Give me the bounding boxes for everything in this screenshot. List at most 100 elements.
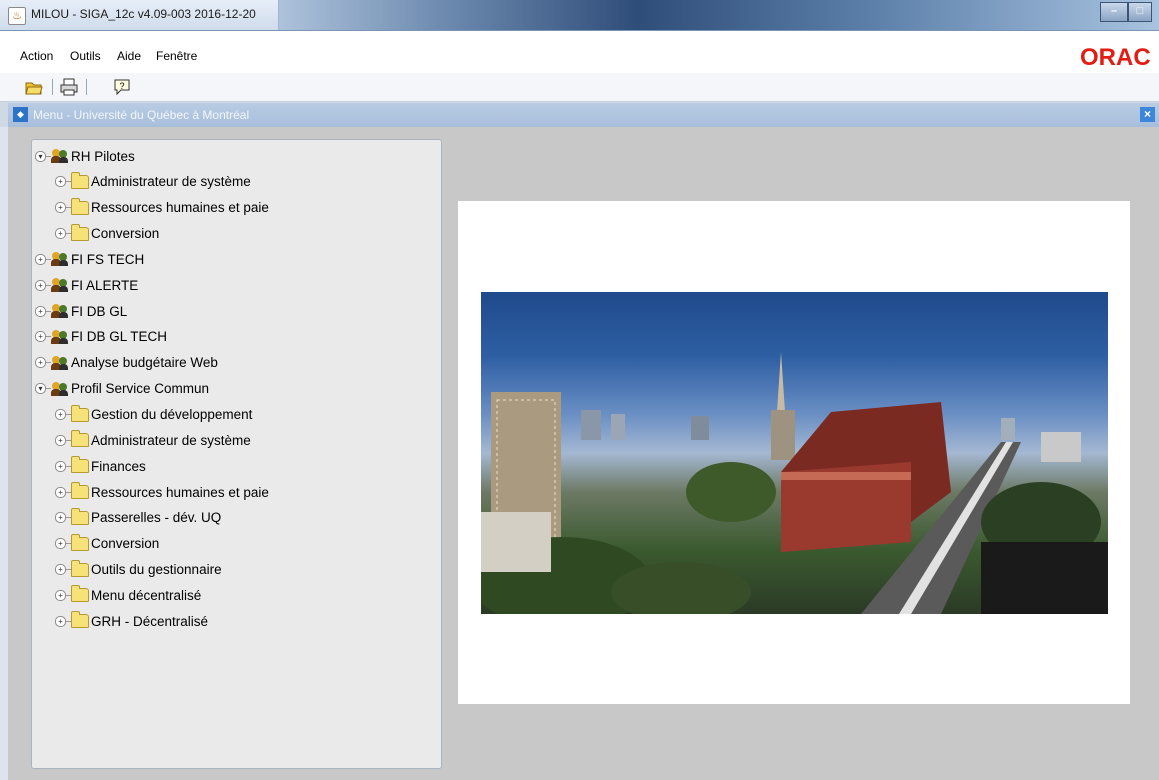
folder-icon bbox=[71, 611, 89, 629]
tree-item-label: Conversion bbox=[91, 536, 160, 552]
tree-role-item[interactable]: + FI FS TECH bbox=[35, 248, 144, 270]
folder-icon bbox=[71, 223, 89, 241]
close-icon[interactable]: × bbox=[1140, 107, 1155, 122]
expand-toggle-icon[interactable]: + bbox=[55, 589, 66, 601]
expand-toggle-icon[interactable]: + bbox=[35, 305, 46, 317]
tree-item-label: Administrateur de système bbox=[91, 432, 251, 448]
role-users-icon bbox=[51, 381, 69, 397]
folder-icon bbox=[71, 430, 89, 448]
expand-toggle-icon[interactable]: + bbox=[35, 357, 46, 369]
tree-role-item[interactable]: + FI ALERTE bbox=[35, 274, 138, 296]
tree-item-label: FI FS TECH bbox=[71, 251, 145, 267]
forms-window-icon: ◆ bbox=[13, 107, 28, 122]
window-title-bar[interactable]: ♨ MILOU - SIGA_12c v4.09-003 2016-12-20 … bbox=[0, 0, 1159, 31]
svg-text:?: ? bbox=[119, 81, 124, 91]
expand-toggle-icon[interactable]: + bbox=[55, 538, 66, 550]
folder-icon bbox=[71, 507, 89, 525]
tree-folder-item[interactable]: + Ressources humaines et paie bbox=[55, 481, 269, 503]
tree-folder-item[interactable]: + Ressources humaines et paie bbox=[55, 197, 269, 219]
tree-item-label: Ressources humaines et paie bbox=[91, 484, 269, 500]
tree-folder-item[interactable]: + Passerelles - dév. UQ bbox=[55, 507, 221, 529]
inner-window-title: Menu - Université du Québec à Montréal bbox=[33, 108, 250, 122]
menu-tree[interactable]: ▾ RH Pilotes + Administrateur de système + Re… bbox=[31, 139, 442, 769]
expand-toggle-icon[interactable]: + bbox=[35, 253, 46, 265]
folder-icon bbox=[71, 533, 89, 551]
folder-icon bbox=[71, 559, 89, 577]
menu-aide[interactable]: Aide bbox=[117, 49, 141, 63]
tree-item-label: FI DB GL TECH bbox=[71, 329, 168, 345]
campus-photo-illustration bbox=[481, 352, 1108, 614]
tree-item-label: RH Pilotes bbox=[71, 148, 135, 164]
folder-icon bbox=[71, 197, 89, 215]
tree-item-label: Passerelles - dév. UQ bbox=[91, 510, 222, 526]
toolbar-separator bbox=[86, 79, 87, 95]
tree-role-item[interactable]: + FI DB GL bbox=[35, 300, 127, 322]
expand-toggle-icon[interactable]: + bbox=[35, 279, 46, 291]
folder-icon bbox=[71, 171, 89, 189]
menu-action[interactable]: Action bbox=[20, 49, 53, 63]
role-users-icon bbox=[51, 329, 69, 345]
tree-folder-item[interactable]: + GRH - Décentralisé bbox=[55, 610, 208, 632]
image-panel bbox=[458, 201, 1130, 704]
tree-item-label: Menu décentralisé bbox=[91, 587, 202, 603]
tree-item-label: Finances bbox=[91, 458, 146, 474]
expand-toggle-icon[interactable]: + bbox=[55, 564, 66, 576]
tree-folder-item[interactable]: + Outils du gestionnaire bbox=[55, 559, 222, 581]
expand-toggle-icon[interactable]: + bbox=[55, 460, 66, 472]
tree-item-label: Analyse budgétaire Web bbox=[71, 355, 218, 371]
tree-item-label: Outils du gestionnaire bbox=[91, 562, 222, 578]
tree-item-label: FI DB GL bbox=[71, 303, 128, 319]
expand-toggle-icon[interactable]: + bbox=[55, 409, 66, 420]
role-users-icon bbox=[51, 355, 69, 371]
title-tab: ♨ MILOU - SIGA_12c v4.09-003 2016-12-20 bbox=[0, 0, 279, 30]
tree-folder-item[interactable]: + Administrateur de système bbox=[55, 171, 251, 193]
tree-item-label: GRH - Décentralisé bbox=[91, 613, 209, 629]
folder-icon bbox=[71, 404, 89, 422]
menu-outils[interactable]: Outils bbox=[70, 49, 101, 63]
tree-item-label: Gestion du développement bbox=[91, 407, 253, 422]
collapse-toggle-icon[interactable]: ▾ bbox=[35, 383, 46, 395]
folder-icon bbox=[71, 482, 89, 500]
tree-folder-item[interactable]: + Menu décentralisé bbox=[55, 584, 201, 606]
folder-icon bbox=[71, 585, 89, 603]
tree-item-label: FI ALERTE bbox=[71, 277, 139, 293]
tree-folder-item[interactable]: + Finances bbox=[55, 455, 146, 477]
menu-fenetre[interactable]: Fenêtre bbox=[156, 49, 197, 63]
tree-item-label: Administrateur de système bbox=[91, 174, 251, 190]
role-users-icon bbox=[51, 303, 69, 319]
expand-toggle-icon[interactable]: + bbox=[35, 331, 46, 343]
campus-photo bbox=[481, 292, 1108, 614]
tree-folder-item[interactable]: + Administrateur de système bbox=[55, 429, 251, 451]
tree-folder-item[interactable]: + Conversion bbox=[55, 533, 159, 555]
tree-folder-item[interactable]: + Gestion du développement bbox=[55, 404, 252, 426]
tree-role-item[interactable]: + Analyse budgétaire Web bbox=[35, 352, 218, 374]
role-users-icon bbox=[51, 251, 69, 267]
tree-item-label: Profil Service Commun bbox=[71, 381, 210, 397]
left-edge bbox=[0, 127, 8, 780]
inner-window-title-bar[interactable]: ◆ Menu - Université du Québec à Montréal… bbox=[8, 103, 1159, 127]
print-icon[interactable] bbox=[60, 78, 78, 96]
toolbar: ? bbox=[0, 73, 1159, 102]
tree-role-item[interactable]: + FI DB GL TECH bbox=[35, 326, 167, 348]
expand-toggle-icon[interactable]: + bbox=[55, 228, 66, 240]
window-title: MILOU - SIGA_12c v4.09-003 2016-12-20 bbox=[31, 7, 256, 21]
expand-toggle-icon[interactable]: + bbox=[55, 434, 66, 446]
role-users-icon bbox=[51, 148, 69, 164]
expand-toggle-icon[interactable]: + bbox=[55, 202, 66, 214]
tree-role-item[interactable]: ▾ RH Pilotes bbox=[35, 145, 135, 167]
expand-toggle-icon[interactable]: + bbox=[55, 512, 66, 524]
minimize-button[interactable]: – bbox=[1100, 2, 1128, 22]
tree-item-label: Conversion bbox=[91, 226, 160, 242]
tree-role-item[interactable]: ▾ Profil Service Commun bbox=[35, 378, 209, 400]
open-folder-icon[interactable] bbox=[25, 78, 43, 96]
collapse-toggle-icon[interactable]: ▾ bbox=[35, 150, 46, 162]
help-icon[interactable]: ? bbox=[113, 78, 131, 96]
oracle-logo: ORAC bbox=[1080, 44, 1151, 71]
toolbar-separator bbox=[52, 79, 53, 95]
expand-toggle-icon[interactable]: + bbox=[55, 176, 66, 188]
tree-folder-item[interactable]: + Conversion bbox=[55, 223, 159, 245]
expand-toggle-icon[interactable]: + bbox=[55, 486, 66, 498]
folder-icon bbox=[71, 456, 89, 474]
expand-toggle-icon[interactable]: + bbox=[55, 615, 66, 627]
maximize-button[interactable]: □ bbox=[1128, 2, 1152, 22]
